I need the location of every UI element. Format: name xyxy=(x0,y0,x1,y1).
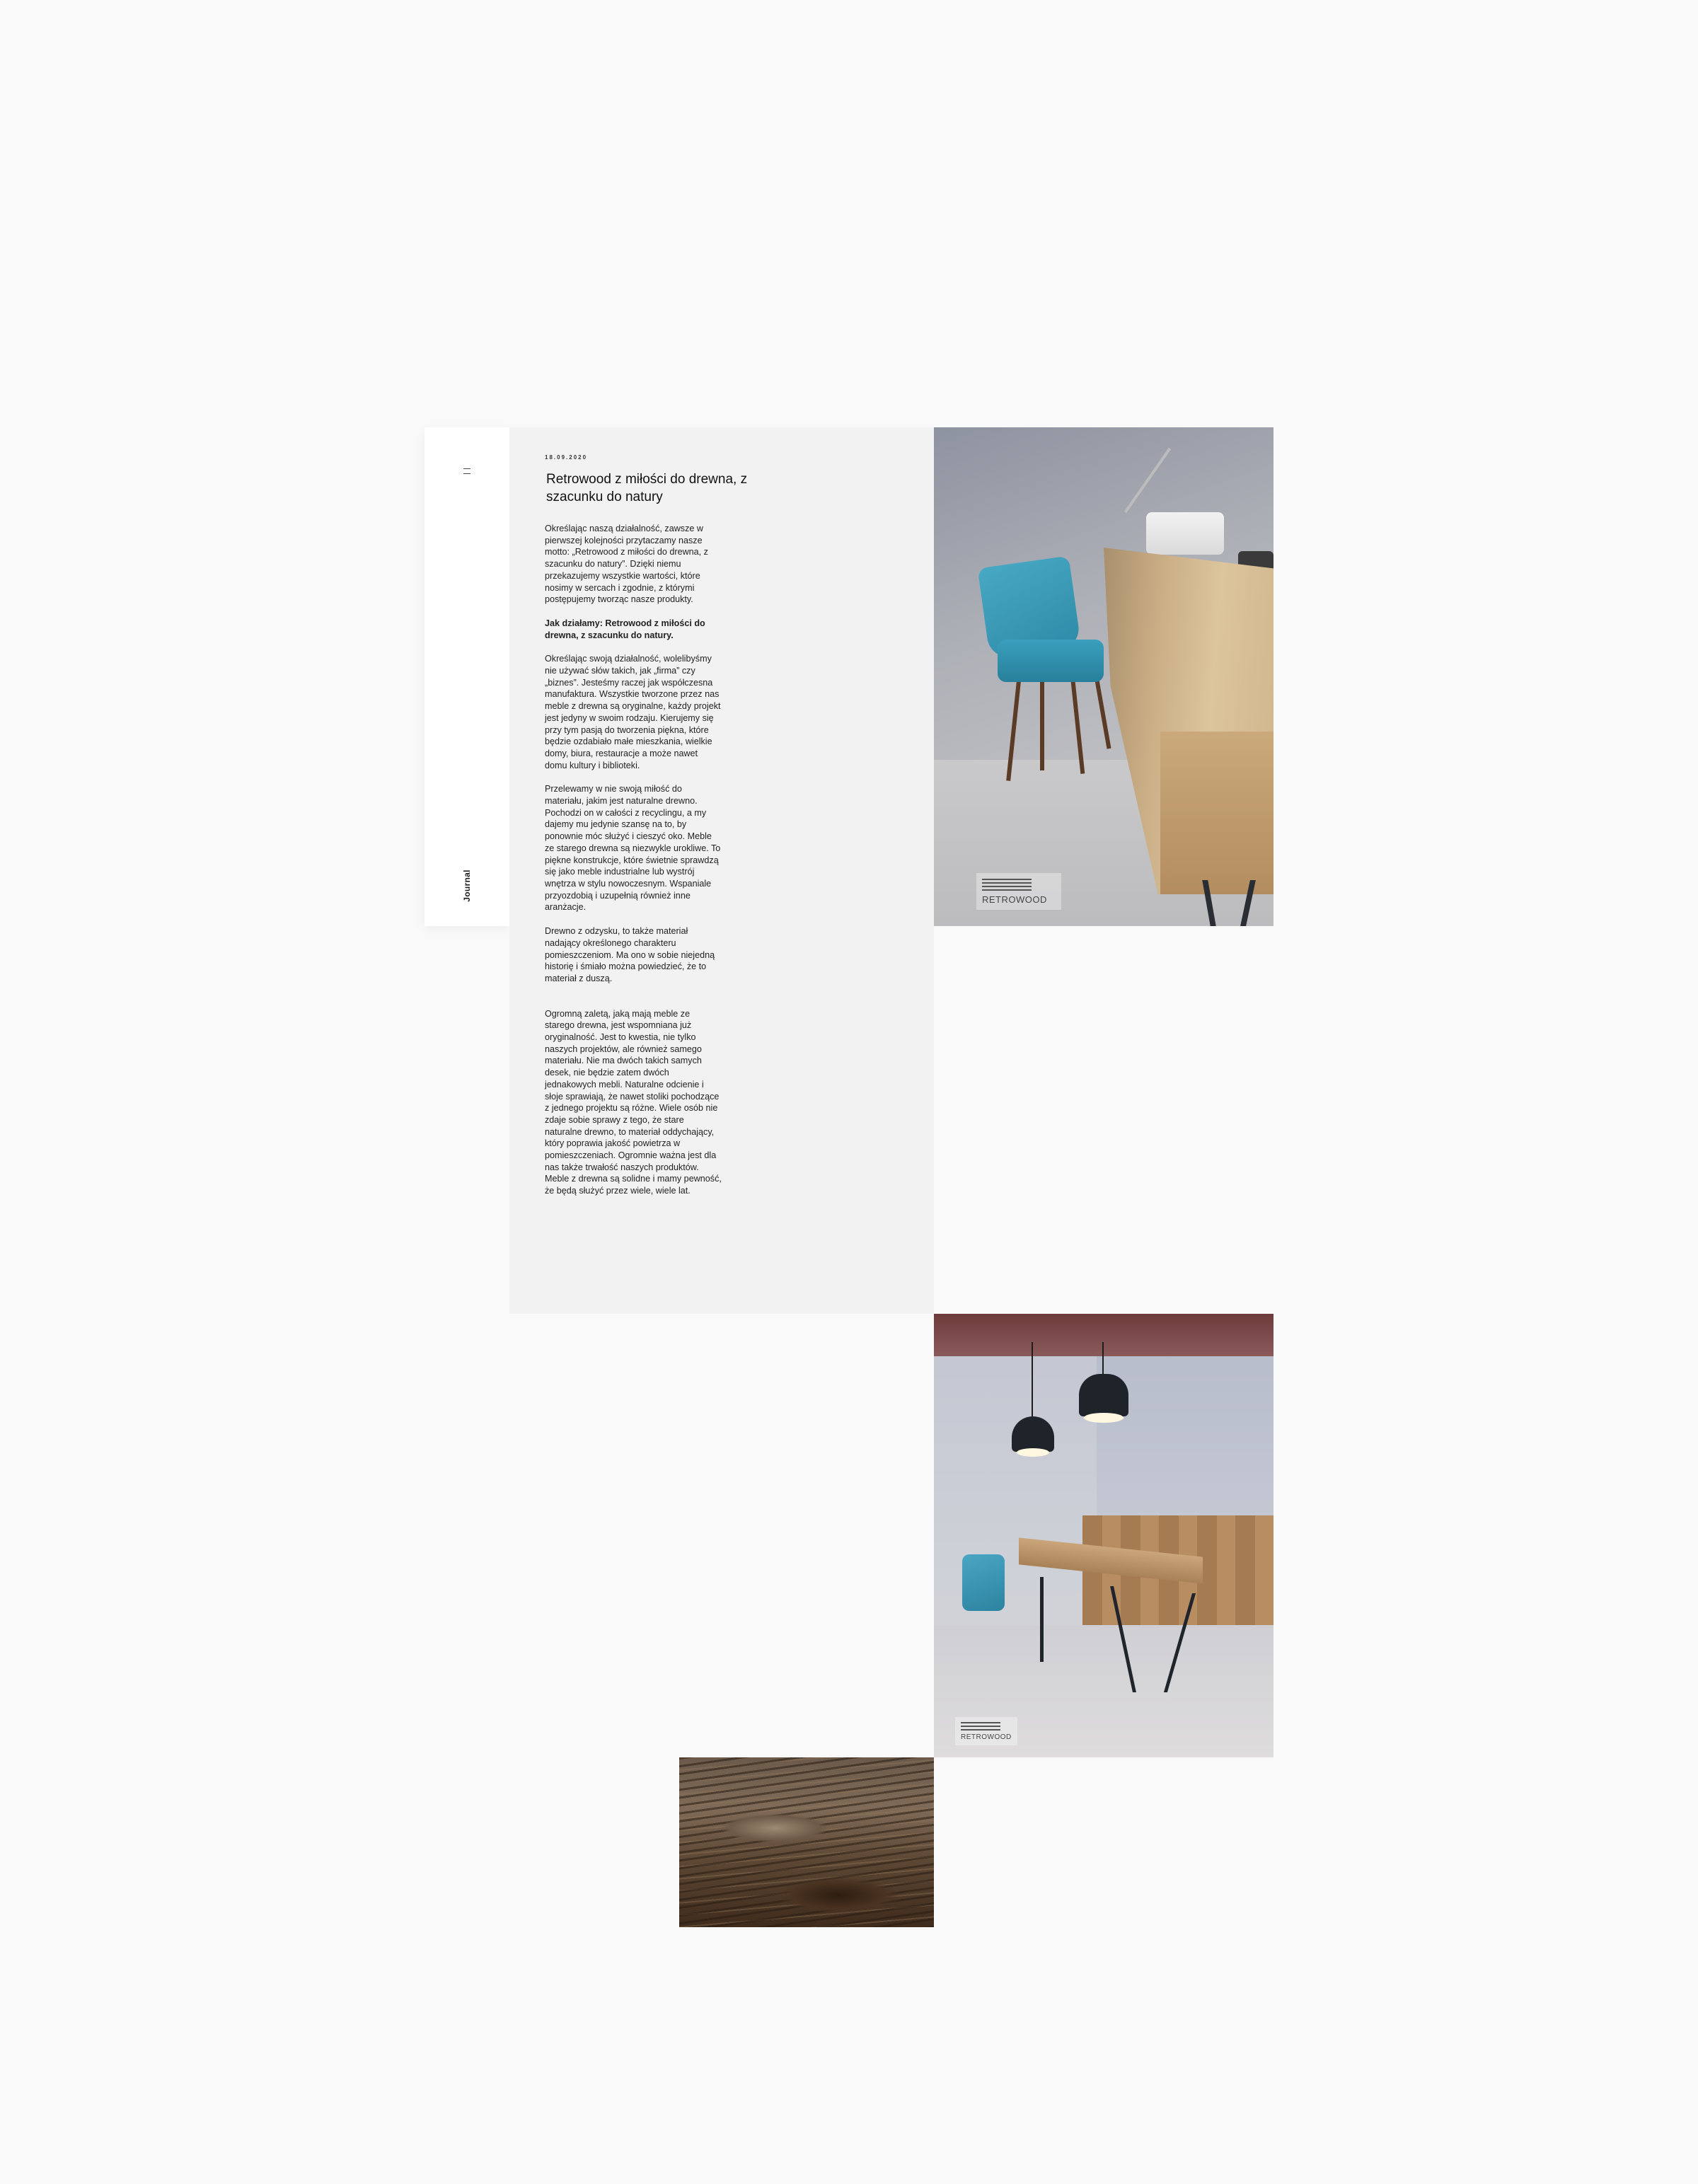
sewing-machines xyxy=(1146,512,1224,555)
table-leg xyxy=(1040,1577,1044,1662)
photo-workshop-table[interactable]: RETROWOOD xyxy=(934,427,1274,926)
article-content: 18.09.2020 Retrowood z miłości do drewna… xyxy=(545,454,747,1209)
sidebar xyxy=(424,427,509,926)
article-panel: 18.09.2020 Retrowood z miłości do drewna… xyxy=(509,427,934,1314)
lamp-light xyxy=(1084,1413,1124,1423)
lamp-cord xyxy=(1102,1342,1104,1374)
photo-wood-texture[interactable] xyxy=(679,1757,934,1927)
blue-chair-seat xyxy=(998,640,1104,682)
article-body: Określając naszą działalność, zawsze w p… xyxy=(545,523,722,1197)
article-paragraph: Przelewamy w nie swoją miłość do materia… xyxy=(545,784,721,913)
chair-leg xyxy=(1040,678,1044,770)
article-title: Retrowood z miłości do drewna, z szacunk… xyxy=(546,472,748,504)
lamp-cord xyxy=(1032,1342,1033,1416)
logo-lines-icon xyxy=(982,878,1032,893)
brick-ceiling xyxy=(934,1314,1274,1356)
retrowood-logo: RETROWOOD xyxy=(955,1717,1017,1745)
sidebar-section-label[interactable]: Journal xyxy=(462,869,472,901)
lamp-light xyxy=(1017,1448,1049,1457)
hamburger-icon[interactable] xyxy=(463,468,470,474)
pendant-lamp xyxy=(1079,1374,1128,1416)
logo-text: RETROWOOD xyxy=(961,1733,1012,1741)
article-date: 18.09.2020 xyxy=(545,454,588,461)
article-paragraph: Określając naszą działalność, zawsze w p… xyxy=(545,524,708,605)
wood-knot xyxy=(778,1878,899,1913)
table-end-face xyxy=(1160,732,1274,894)
article-paragraph: Określając swoją działalność, wolelibyśm… xyxy=(545,654,721,770)
article-subheading: Jak działamy: Retrowood z miłości do dre… xyxy=(545,618,705,640)
wood-carving xyxy=(722,1814,828,1842)
pendant-lamp xyxy=(1012,1416,1054,1452)
blue-chair xyxy=(962,1554,1005,1611)
article-paragraph: Ogromną zaletą, jaką mają meble ze stare… xyxy=(545,1008,722,1196)
logo-lines-icon xyxy=(961,1721,1000,1732)
photo-room-lamps[interactable]: RETROWOOD xyxy=(934,1314,1274,1757)
retrowood-logo: RETROWOOD xyxy=(976,873,1061,910)
article-paragraph: Drewno z odzysku, to także materiał nada… xyxy=(545,926,715,983)
logo-text: RETROWOOD xyxy=(982,894,1047,905)
